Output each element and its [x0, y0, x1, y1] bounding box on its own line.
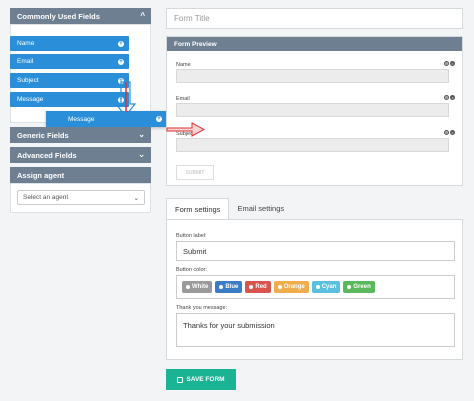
field-button-subject[interactable]: Subject + [10, 73, 129, 88]
advanced-fields-header[interactable]: Advanced Fields ⌄ [10, 147, 151, 163]
preview-label-name: Name [176, 62, 191, 68]
color-button-label: Red [255, 284, 267, 290]
close-icon[interactable]: × [450, 95, 455, 100]
color-button-label: Orange [283, 284, 305, 290]
color-button-orange[interactable]: Orange [273, 281, 309, 293]
preview-input-subject [176, 138, 449, 152]
close-icon[interactable]: × [450, 61, 455, 66]
button-label-value: Submit [183, 246, 207, 256]
assign-agent-header: Assign agent [10, 167, 151, 183]
gear-icon[interactable]: ⚙ [444, 61, 449, 66]
close-icon[interactable]: × [450, 130, 455, 135]
advanced-fields-title: Advanced Fields [17, 150, 77, 160]
field-button-label: Message [17, 96, 44, 103]
chevron-up-icon[interactable]: ^ [140, 12, 145, 20]
add-icon[interactable]: + [118, 40, 124, 47]
tab-label: Form settings [175, 204, 221, 214]
radio-dot-icon [249, 285, 254, 289]
field-button-name[interactable]: Name + [10, 36, 129, 51]
save-icon [177, 376, 184, 383]
button-color-caption: Button color: [176, 267, 207, 273]
chevron-down-icon: ⌄ [133, 194, 139, 202]
thank-you-caption: Thank you message: [176, 305, 228, 311]
add-icon[interactable]: + [118, 77, 124, 84]
color-button-blue[interactable]: Blue [215, 281, 243, 293]
radio-dot-icon [186, 285, 190, 289]
form-title-input[interactable]: Form Title [166, 8, 463, 29]
form-settings-panel: Button label: Submit Button color: White… [166, 219, 463, 360]
color-button-green[interactable]: Green [343, 281, 375, 293]
tab-label: Email settings [237, 204, 285, 213]
preview-input-name [176, 69, 449, 83]
color-button-white[interactable]: White [182, 281, 213, 293]
commonly-used-fields-title: Commonly Used Fields [17, 11, 100, 21]
thank-you-textarea[interactable]: Thanks for your submission [176, 313, 455, 347]
save-form-button[interactable]: SAVE FORM [166, 369, 236, 390]
preview-submit-button: SUBMIT [176, 165, 214, 180]
color-button-cyan[interactable]: Cyan [311, 281, 341, 293]
form-preview-header: Form Preview [167, 37, 462, 51]
radio-dot-icon [347, 285, 352, 289]
radio-dot-icon [219, 285, 224, 289]
field-button-message[interactable]: Message + [10, 92, 129, 107]
field-button-label: Email [17, 58, 34, 65]
tab-email-settings[interactable]: Email settings [229, 198, 292, 219]
color-button-label: Green [353, 284, 371, 290]
radio-dot-icon [277, 285, 282, 289]
dragging-field-message[interactable]: Message + [46, 111, 167, 127]
field-button-label: Name [17, 40, 35, 47]
color-button-label: Cyan [321, 284, 337, 290]
field-actions: ⚙ × [444, 130, 455, 135]
form-preview-panel: Form Preview Name ⚙ × Email ⚙ × Subject … [166, 36, 463, 186]
agent-select-value: Select an agent [23, 194, 69, 201]
field-actions: ⚙ × [444, 61, 455, 66]
gear-icon[interactable]: ⚙ [444, 130, 449, 135]
button-color-picker: White Blue Red Orange Cyan Green [176, 275, 455, 299]
preview-input-email [176, 103, 449, 117]
radio-dot-icon [315, 285, 320, 289]
button-label-caption: Button label: [176, 233, 207, 239]
field-actions: ⚙ × [444, 95, 455, 100]
generic-fields-title: Generic Fields [17, 130, 69, 140]
chevron-down-icon[interactable]: ⌄ [138, 151, 145, 159]
generic-fields-header[interactable]: Generic Fields ⌄ [10, 127, 151, 143]
agent-select[interactable]: Select an agent ⌄ [17, 190, 145, 205]
save-form-label: SAVE FORM [186, 376, 225, 383]
add-icon[interactable]: + [118, 96, 124, 103]
tab-form-settings[interactable]: Form settings [166, 198, 230, 219]
color-button-label: White [192, 284, 209, 290]
form-title-placeholder: Form Title [174, 14, 210, 23]
thank-you-value: Thanks for your submission [183, 321, 275, 330]
preview-label-email: Email [176, 96, 190, 102]
color-button-label: Blue [225, 284, 239, 290]
assign-agent-panel: Select an agent ⌄ [10, 183, 151, 213]
add-icon[interactable]: + [118, 58, 124, 65]
field-button-label: Subject [17, 77, 39, 84]
assign-agent-title: Assign agent [17, 170, 65, 180]
preview-submit-label: SUBMIT [185, 169, 205, 176]
chevron-down-icon[interactable]: ⌄ [138, 131, 145, 139]
commonly-used-fields-header[interactable]: Commonly Used Fields ^ [10, 8, 151, 24]
field-button-email[interactable]: Email + [10, 54, 129, 69]
gear-icon[interactable]: ⚙ [444, 95, 449, 100]
form-preview-title: Form Preview [174, 40, 217, 48]
color-button-red[interactable]: Red [245, 281, 271, 293]
preview-label-subject: Subject [176, 131, 195, 137]
button-label-input[interactable]: Submit [176, 241, 455, 261]
dragging-field-label: Message [68, 115, 95, 123]
add-icon: + [156, 116, 162, 122]
settings-tabs: Form settings Email settings [166, 198, 292, 219]
